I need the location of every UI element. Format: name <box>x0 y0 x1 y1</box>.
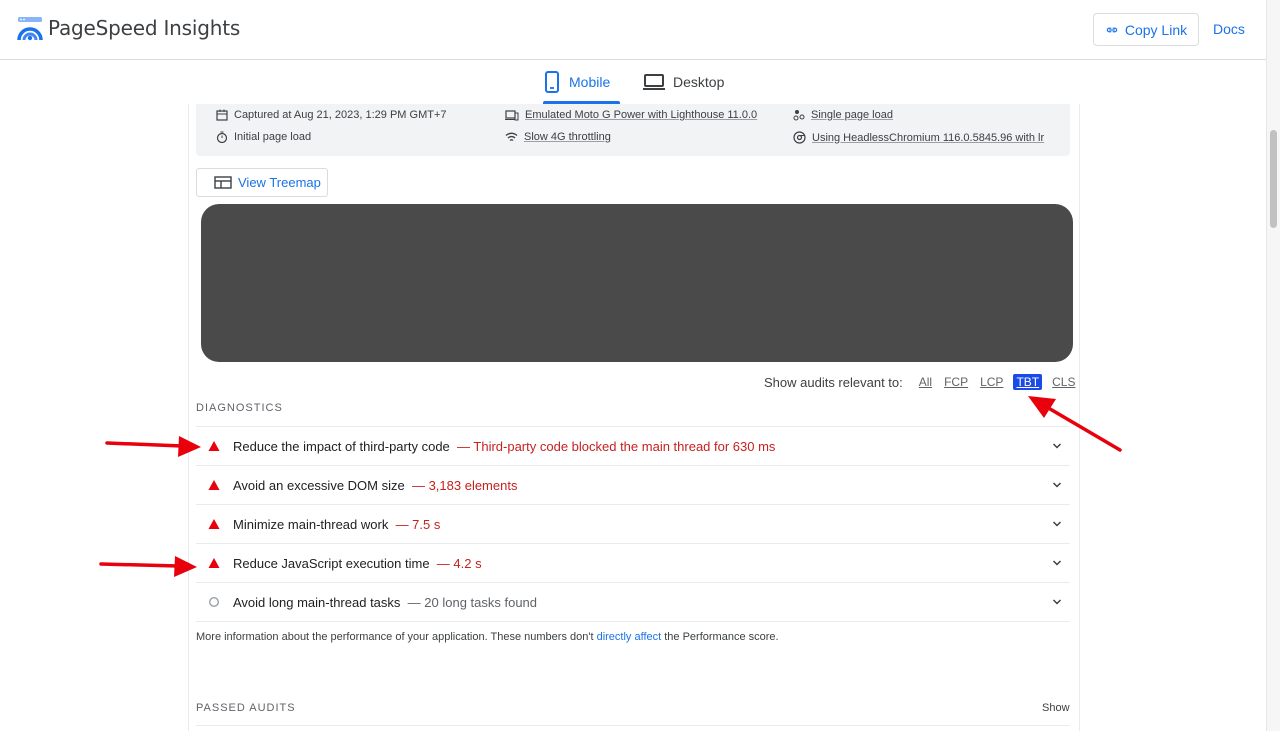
filter-chip-tbt[interactable]: TBT <box>1013 374 1043 390</box>
chevron-down-icon[interactable] <box>1052 597 1062 607</box>
audit-title: Reduce JavaScript execution time <box>233 555 430 571</box>
directly-affect-link[interactable]: directly affect <box>597 631 662 643</box>
wifi-icon <box>505 132 518 142</box>
audit-row[interactable]: Reduce the impact of third-party code — … <box>196 426 1070 465</box>
audit-detail: — 4.2 s <box>436 555 482 571</box>
note-suffix: the Performance score. <box>664 631 779 643</box>
passed-audits-heading: PASSED AUDITS <box>196 702 296 714</box>
filter-chip-fcp[interactable]: FCP <box>942 375 970 389</box>
app-header: PageSpeed Insights Copy Link Docs <box>0 0 1266 60</box>
annotation-arrow-third-party <box>105 436 201 457</box>
view-treemap-button[interactable]: View Treemap <box>196 168 328 197</box>
copy-link-label: Copy Link <box>1124 21 1188 38</box>
scrollbar[interactable] <box>1266 0 1280 731</box>
scrollbar-thumb[interactable] <box>1270 130 1277 228</box>
passed-audits-divider <box>196 725 1070 726</box>
diagnostics-note: More information about the performance o… <box>196 631 779 643</box>
info-circle-icon <box>208 596 220 608</box>
chrome-icon <box>793 131 806 144</box>
note-prefix: More information about the performance o… <box>196 631 594 643</box>
laptop-icon <box>643 74 665 90</box>
app-title: PageSpeed Insights <box>48 16 241 40</box>
filter-chip-lcp[interactable]: LCP <box>978 375 1005 389</box>
diagnostics-list: Reduce the impact of third-party code — … <box>196 426 1070 622</box>
timer-icon <box>216 131 228 143</box>
env-initial-load: Initial page load <box>216 131 311 143</box>
chevron-down-icon[interactable] <box>1052 441 1062 451</box>
runtime-settings: Captured at Aug 21, 2023, 1:29 PM GMT+7 … <box>196 104 1070 156</box>
env-device[interactable]: Emulated Moto G Power with Lighthouse 11… <box>505 109 757 121</box>
docs-link[interactable]: Docs <box>1213 21 1245 37</box>
chevron-down-icon[interactable] <box>1052 480 1062 490</box>
audit-detail: — Third-party code blocked the main thre… <box>457 438 776 454</box>
tab-desktop-label: Desktop <box>673 74 725 90</box>
fail-triangle-icon <box>208 441 220 451</box>
env-initial-load-text: Initial page load <box>234 131 312 143</box>
audit-detail: — 7.5 s <box>395 516 441 532</box>
env-captured: Captured at Aug 21, 2023, 1:29 PM GMT+7 <box>216 109 447 121</box>
redacted-screenshot-area <box>201 204 1073 362</box>
calendar-icon <box>216 109 228 121</box>
env-browser[interactable]: Using HeadlessChromium 116.0.5845.96 wit… <box>793 131 1044 144</box>
view-treemap-label: View Treemap <box>238 175 321 190</box>
env-captured-text: Captured at Aug 21, 2023, 1:29 PM GMT+7 <box>234 109 447 121</box>
audit-filter-label: Show audits relevant to: <box>764 374 903 390</box>
tab-desktop[interactable]: Desktop <box>643 60 724 104</box>
session-icon <box>793 110 805 121</box>
audit-title: Avoid an excessive DOM size <box>233 477 405 493</box>
pagespeed-logo-icon <box>17 17 43 41</box>
audit-row[interactable]: Minimize main-thread work — 7.5 s <box>196 504 1070 543</box>
tab-mobile-label: Mobile <box>569 74 611 90</box>
link-icon <box>1106 27 1118 32</box>
device-tabs: Mobile Desktop <box>0 60 1266 104</box>
audit-row[interactable]: Avoid an excessive DOM size — 3,183 elem… <box>196 465 1070 504</box>
annotation-arrow-js-execution <box>99 556 197 577</box>
env-session-text: Single page load <box>811 109 893 121</box>
chevron-down-icon[interactable] <box>1052 519 1062 529</box>
filter-chip-cls[interactable]: CLS <box>1050 375 1077 389</box>
audit-title: Avoid long main-thread tasks <box>233 594 401 610</box>
chevron-down-icon[interactable] <box>1052 558 1062 568</box>
env-session[interactable]: Single page load <box>793 109 893 121</box>
audit-title: Reduce the impact of third-party code <box>233 438 450 454</box>
audit-row[interactable]: Reduce JavaScript execution time — 4.2 s <box>196 543 1070 582</box>
env-browser-text: Using HeadlessChromium 116.0.5845.96 wit… <box>812 131 1045 144</box>
audit-detail: — 3,183 elements <box>411 477 518 493</box>
list-divider <box>196 621 1070 622</box>
devices-icon <box>505 110 519 121</box>
audit-detail: — 20 long tasks found <box>407 594 538 610</box>
copy-link-button[interactable]: Copy Link <box>1093 13 1199 46</box>
show-passed-audits-button[interactable]: Show <box>1042 702 1070 714</box>
audit-filter: Show audits relevant to: All FCP LCP TBT… <box>764 374 1077 390</box>
tab-mobile[interactable]: Mobile <box>543 60 610 104</box>
phone-icon <box>545 71 559 93</box>
fail-triangle-icon <box>208 480 220 490</box>
diagnostics-heading: DIAGNOSTICS <box>196 402 283 414</box>
fail-triangle-icon <box>208 558 220 568</box>
filter-chip-all[interactable]: All <box>917 375 934 389</box>
fail-triangle-icon <box>208 519 220 529</box>
treemap-icon <box>214 176 232 189</box>
env-throttling[interactable]: Slow 4G throttling <box>505 131 611 143</box>
audit-title: Minimize main-thread work <box>233 516 389 532</box>
env-throttling-text: Slow 4G throttling <box>524 131 611 143</box>
audit-row[interactable]: Avoid long main-thread tasks — 20 long t… <box>196 582 1070 621</box>
env-device-text: Emulated Moto G Power with Lighthouse 11… <box>525 109 758 121</box>
